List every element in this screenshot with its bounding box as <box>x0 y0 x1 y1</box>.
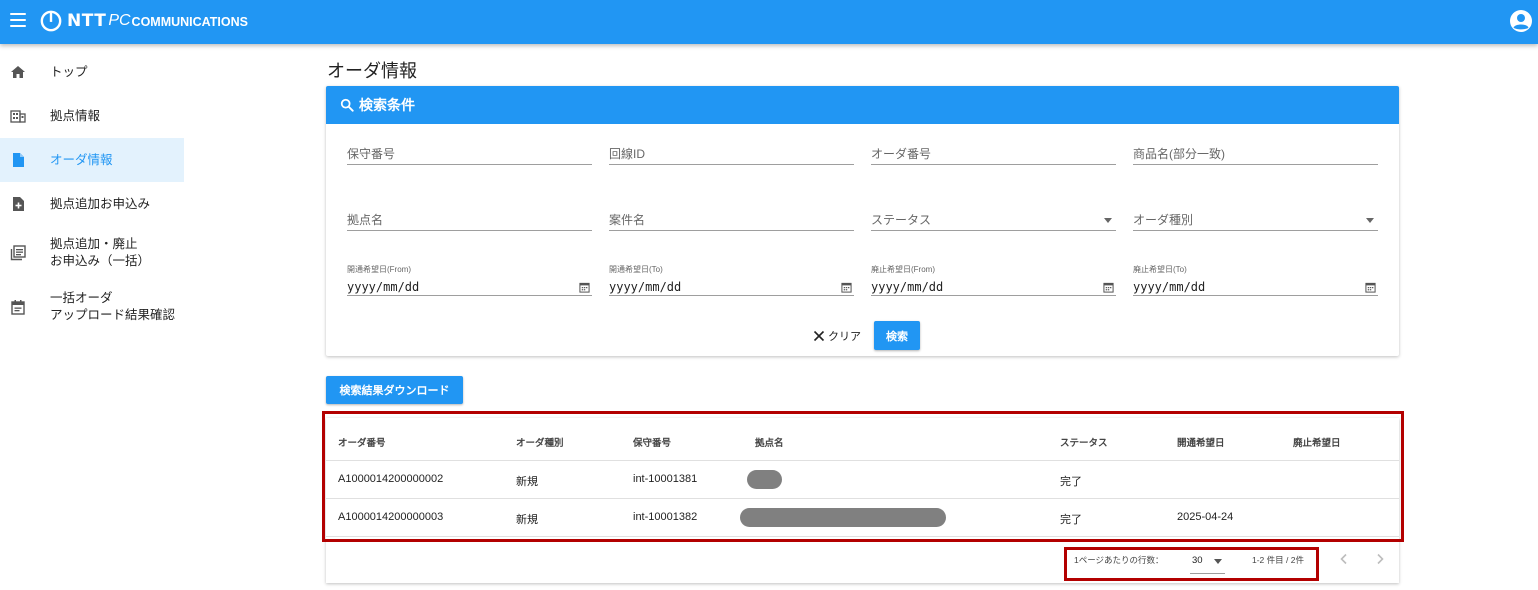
chevron-down-icon <box>1104 218 1112 223</box>
sidebar-item-label: 拠点情報 <box>50 108 101 123</box>
open-date-from-placeholder: yyyy/mm/dd <box>347 280 420 294</box>
site-name-placeholder: 拠点名 <box>347 213 384 227</box>
logo-communications-text: COMMUNICATIONS <box>131 15 248 29</box>
calendar-icon[interactable] <box>1103 282 1114 293</box>
document-add-icon <box>13 197 24 211</box>
order-number-placeholder: オーダ番号 <box>871 147 932 161</box>
calendar-note-icon <box>11 300 25 315</box>
hamburger-menu-icon[interactable] <box>10 13 26 27</box>
sidebar-item-bulk-apply[interactable]: 拠点追加・廃止 お申込み（一括） <box>0 226 184 280</box>
pagination-highlight-box <box>1064 547 1319 581</box>
logo[interactable]: NTT PC COMMUNICATIONS <box>40 9 248 33</box>
calendar-icon[interactable] <box>841 282 852 293</box>
status-select[interactable]: ステータス <box>871 209 1116 231</box>
open-date-from-input[interactable]: 開通希望日(From) yyyy/mm/dd <box>347 264 592 296</box>
project-name-placeholder: 案件名 <box>609 213 646 227</box>
open-date-to-label: 開通希望日(To) <box>609 265 663 274</box>
open-date-from-label: 開通希望日(From) <box>347 265 411 274</box>
search-conditions-card: 検索条件 保守番号 回線ID オーダ番号 商品名(部分一致) 拠点名 案件名 ス… <box>326 86 1399 356</box>
sidebar-item-label: トップ <box>50 64 88 79</box>
chevron-right-icon[interactable] <box>1373 552 1387 566</box>
product-name-placeholder: 商品名(部分一致) <box>1133 147 1225 161</box>
search-card-header: 検索条件 <box>326 86 1399 124</box>
close-date-to-input[interactable]: 廃止希望日(To) yyyy/mm/dd <box>1133 264 1378 296</box>
sidebar-item-label: 拠点追加・廃止 お申込み（一括） <box>50 237 151 268</box>
close-date-from-placeholder: yyyy/mm/dd <box>871 280 944 294</box>
maintenance-number-placeholder: 保守番号 <box>347 147 396 161</box>
site-name-input[interactable]: 拠点名 <box>347 209 592 231</box>
logo-ntt-text: NTT <box>67 11 107 31</box>
status-placeholder: ステータス <box>871 213 932 227</box>
project-name-input[interactable]: 案件名 <box>609 209 854 231</box>
close-icon <box>813 330 825 342</box>
sidebar-item-add-site[interactable]: 拠点追加お申込み <box>0 182 184 226</box>
list-stack-icon <box>10 245 26 261</box>
open-date-to-input[interactable]: 開通希望日(To) yyyy/mm/dd <box>609 264 854 296</box>
sidebar-item-order-info[interactable]: オーダ情報 <box>0 138 184 182</box>
sidebar-item-label: オーダ情報 <box>50 152 113 167</box>
calendar-icon[interactable] <box>1365 282 1376 293</box>
table-highlight-box <box>322 411 1404 542</box>
sidebar-item-bulk-result[interactable]: 一括オーダ アップロード結果確認 <box>0 280 184 334</box>
sidebar-item-label: 一括オーダ アップロード結果確認 <box>50 291 176 322</box>
order-number-input[interactable]: オーダ番号 <box>871 143 1116 165</box>
home-icon <box>11 66 25 78</box>
sidebar-item-site-info[interactable]: 拠点情報 <box>0 94 184 138</box>
search-icon <box>340 98 354 112</box>
calendar-icon[interactable] <box>579 282 590 293</box>
building-icon <box>10 110 26 123</box>
open-date-to-placeholder: yyyy/mm/dd <box>609 280 682 294</box>
clear-button-label: クリア <box>828 331 861 343</box>
chevron-down-icon <box>1366 218 1374 223</box>
search-button[interactable]: 検索 <box>874 321 920 350</box>
document-icon <box>13 153 24 167</box>
sidebar: トップ 拠点情報 オーダ情報 拠点追加お申込み 拠点追加・廃止 お申込み（一括） <box>0 50 184 334</box>
search-card-title: 検索条件 <box>359 97 415 113</box>
close-date-from-label: 廃止希望日(From) <box>871 265 935 274</box>
order-type-select[interactable]: オーダ種別 <box>1133 209 1378 231</box>
line-id-placeholder: 回線ID <box>609 147 646 161</box>
order-type-placeholder: オーダ種別 <box>1133 213 1194 227</box>
chevron-left-icon[interactable] <box>1337 552 1351 566</box>
line-id-input[interactable]: 回線ID <box>609 143 854 165</box>
account-circle-icon[interactable] <box>1509 9 1533 33</box>
close-date-from-input[interactable]: 廃止希望日(From) yyyy/mm/dd <box>871 264 1116 296</box>
close-date-to-label: 廃止希望日(To) <box>1133 265 1187 274</box>
clear-button[interactable]: クリア <box>813 326 861 346</box>
sidebar-item-top[interactable]: トップ <box>0 50 184 94</box>
product-name-input[interactable]: 商品名(部分一致) <box>1133 143 1378 165</box>
sidebar-item-label: 拠点追加お申込み <box>50 196 151 211</box>
close-date-to-placeholder: yyyy/mm/dd <box>1133 280 1206 294</box>
download-results-button[interactable]: 検索結果ダウンロード <box>326 376 463 404</box>
maintenance-number-input[interactable]: 保守番号 <box>347 143 592 165</box>
logo-pc-text: PC <box>108 12 131 29</box>
app-bar: NTT PC COMMUNICATIONS <box>0 0 1538 44</box>
ntt-logo-icon <box>40 10 62 32</box>
page-title: オーダ情報 <box>327 61 417 81</box>
